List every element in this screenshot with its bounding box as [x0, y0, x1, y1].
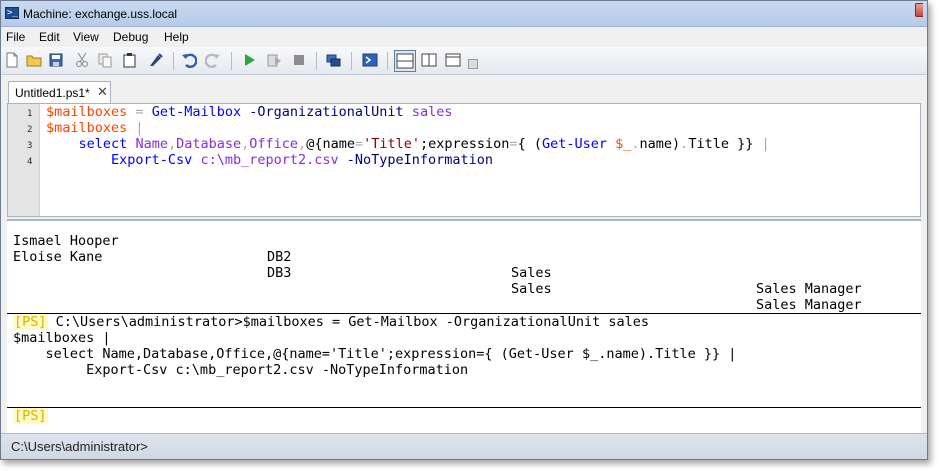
- copy-icon[interactable]: [97, 52, 113, 68]
- toolbar-separator: [387, 52, 388, 70]
- undo-icon[interactable]: [181, 52, 197, 68]
- toolbar-separator: [351, 52, 352, 70]
- current-prompt[interactable]: [PS]: [13, 408, 48, 424]
- close-icon[interactable]: ✕: [97, 84, 108, 100]
- layout-top-icon[interactable]: [394, 50, 416, 72]
- cell-database: DB3: [267, 265, 292, 281]
- run-icon[interactable]: [241, 52, 257, 68]
- menu-file[interactable]: File: [6, 30, 25, 44]
- status-bar: C:\Users\administrator>: [1, 433, 927, 459]
- line-number: 3: [27, 141, 33, 151]
- toolbar-separator: [173, 52, 174, 70]
- output-pane[interactable]: Ismael Hooper DB2 Sales Sales Manager El…: [7, 219, 921, 433]
- layout-max-icon[interactable]: [445, 52, 461, 68]
- cut-icon[interactable]: [74, 52, 90, 68]
- prompt-tag: [PS]: [13, 314, 48, 330]
- tab-untitled1[interactable]: Untitled1.ps1* ✕: [8, 81, 111, 103]
- code-line-2: $mailboxes |: [46, 120, 144, 136]
- stop-icon[interactable]: [291, 52, 307, 68]
- powershell-icon[interactable]: [362, 52, 378, 68]
- redo-icon[interactable]: [205, 52, 221, 68]
- tiny-icon[interactable]: [468, 59, 478, 69]
- tab-label: Untitled1.ps1*: [15, 86, 90, 100]
- menu-view[interactable]: View: [73, 30, 99, 44]
- tab-strip: Untitled1.ps1* ✕: [1, 75, 927, 103]
- line-number: 1: [27, 109, 33, 119]
- cell-office: Sales: [511, 281, 552, 297]
- echo-line-2: $mailboxes |: [13, 330, 111, 346]
- powershell-icon: >_: [5, 7, 19, 19]
- open-icon[interactable]: [26, 52, 42, 68]
- status-path: C:\Users\administrator>: [11, 439, 148, 454]
- echo-line-1: [PS] C:\Users\administrator>$mailboxes =…: [13, 314, 649, 330]
- output-divider: [7, 407, 921, 408]
- remote-icon[interactable]: [325, 52, 341, 68]
- run-selection-icon[interactable]: [266, 52, 282, 68]
- menu-help[interactable]: Help: [164, 30, 189, 44]
- toolbar-separator: [231, 52, 232, 70]
- line-number-gutter: 1 2 3 4: [8, 104, 40, 216]
- cell-name: Eloise Kane: [13, 249, 103, 265]
- window-title: Machine: exchange.uss.local: [23, 7, 178, 21]
- new-icon[interactable]: [4, 52, 20, 68]
- save-icon[interactable]: [48, 52, 64, 68]
- code-line-3: select Name,Database,Office,@{name='Titl…: [78, 136, 770, 152]
- toolbar-separator: [316, 52, 317, 70]
- code-line-1: $mailboxes = Get-Mailbox -Organizational…: [46, 104, 453, 120]
- ise-window: >_ Machine: exchange.uss.local File Edit…: [0, 0, 928, 460]
- prompt-tag: [PS]: [13, 408, 48, 424]
- line-number: 2: [27, 125, 33, 135]
- line-number: 4: [27, 157, 33, 167]
- code-line-4: Export-Csv c:\mb_report2.csv -NoTypeInfo…: [111, 152, 494, 168]
- paste-icon[interactable]: [122, 52, 138, 68]
- cell-title: Sales Manager: [756, 297, 862, 313]
- close-button[interactable]: [915, 3, 923, 17]
- toolbar: [1, 47, 927, 75]
- layout-right-icon[interactable]: [421, 52, 437, 68]
- echo-line-3: select Name,Database,Office,@{name='Titl…: [13, 346, 737, 362]
- echo-line-4: Export-Csv c:\mb_report2.csv -NoTypeInfo…: [13, 362, 469, 378]
- title-bar: >_ Machine: exchange.uss.local: [1, 1, 927, 27]
- clear-icon[interactable]: [148, 52, 164, 68]
- menu-bar: File Edit View Debug Help: [1, 27, 927, 47]
- menu-debug[interactable]: Debug: [113, 30, 148, 44]
- script-editor[interactable]: 1 2 3 4 $mailboxes = Get-Mailbox -Organi…: [7, 103, 921, 217]
- menu-edit[interactable]: Edit: [39, 30, 60, 44]
